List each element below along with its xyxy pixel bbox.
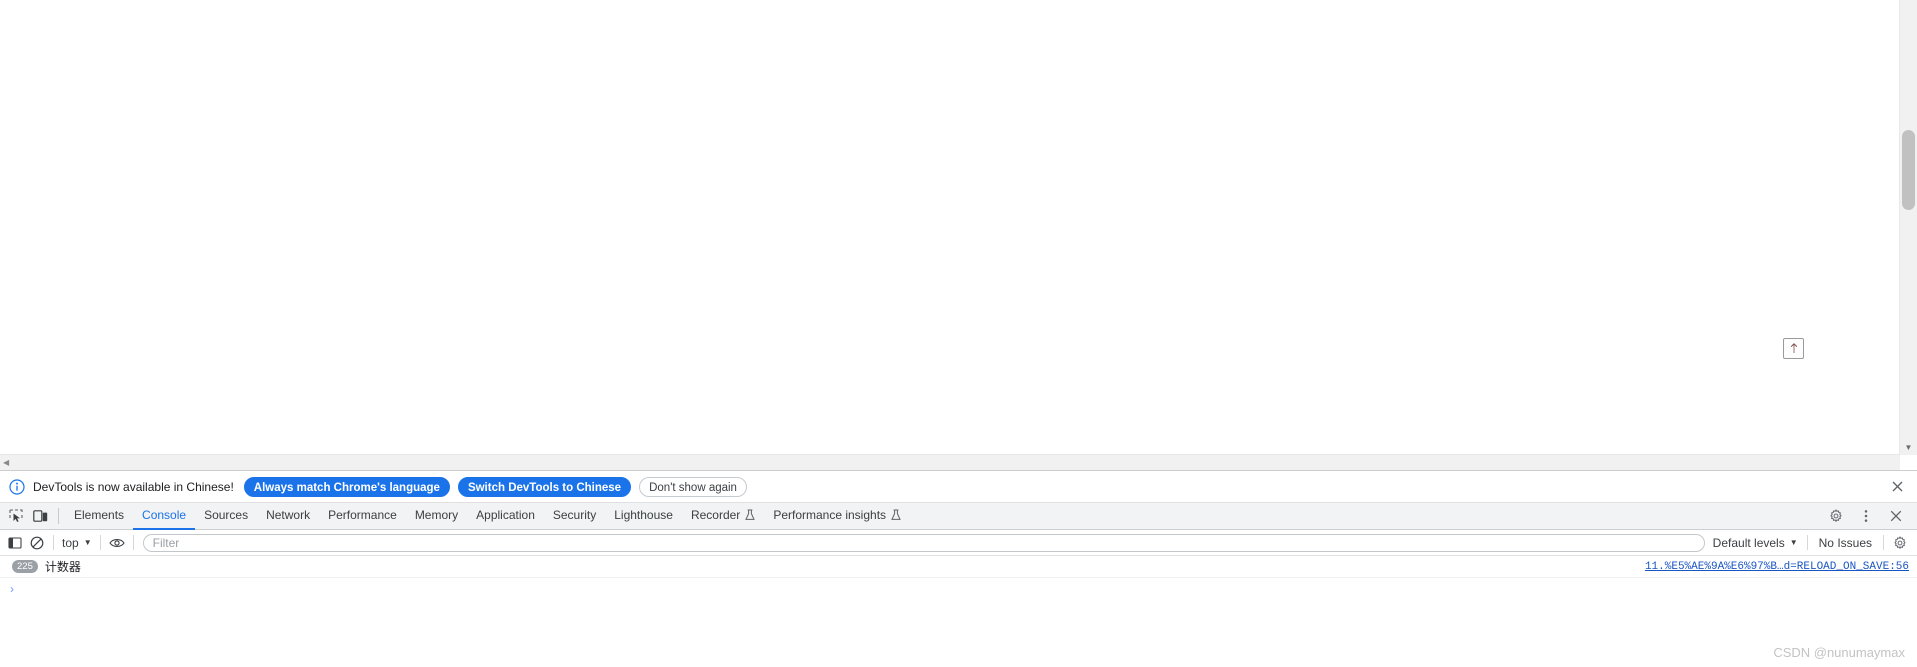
console-log-levels-selector[interactable]: Default levels ▼ [1709, 536, 1802, 550]
console-toolbar-divider [1883, 535, 1884, 550]
console-filter-toolbar: top ▼ Default levels ▼ No Issues [0, 530, 1917, 556]
tab-console[interactable]: Console [133, 503, 196, 530]
tab-memory[interactable]: Memory [406, 503, 467, 530]
scrollbar-arrow-left-icon[interactable]: ◀ [3, 455, 9, 470]
devtools-panel: DevTools is now available in Chinese! Al… [0, 470, 1917, 667]
levels-label: Default levels [1712, 535, 1785, 550]
tab-label: Sources [204, 507, 249, 522]
dont-show-again-button[interactable]: Don't show again [639, 476, 747, 497]
tab-application[interactable]: Application [467, 503, 544, 530]
tab-recorder[interactable]: Recorder [682, 503, 764, 530]
close-x-glyph [1890, 510, 1902, 522]
sidebar-toggle-glyph [8, 536, 22, 549]
console-sidebar-icon[interactable] [4, 532, 26, 554]
prompt-chevron-icon: › [10, 582, 14, 596]
issues-counter[interactable]: No Issues [1813, 536, 1878, 550]
three-dots-glyph [1864, 510, 1868, 522]
chevron-down-icon: ▼ [83, 537, 92, 547]
clear-console-icon[interactable] [26, 532, 48, 554]
tab-elements[interactable]: Elements [65, 503, 133, 530]
devtools-language-infobar: DevTools is now available in Chinese! Al… [0, 471, 1917, 503]
console-message-text: 计数器 [44, 560, 81, 574]
console-toolbar-divider [132, 535, 134, 550]
inspect-element-icon[interactable] [5, 505, 27, 527]
experimental-flask-icon [891, 509, 901, 521]
gear-glyph [1830, 509, 1842, 523]
tab-performance[interactable]: Performance [319, 503, 406, 530]
tab-performance-insights[interactable]: Performance insights [764, 503, 910, 530]
always-match-chrome-language-button[interactable]: Always match Chrome's language [243, 476, 450, 497]
console-filter-input[interactable] [142, 533, 1705, 552]
live-expression-icon[interactable] [106, 532, 128, 554]
tabstrip-divider [58, 508, 59, 524]
arrow-up-icon [1790, 343, 1797, 353]
flask-glyph [745, 509, 756, 520]
switch-devtools-to-chinese-button[interactable]: Switch DevTools to Chinese [457, 476, 632, 497]
tab-label: Recorder [690, 507, 741, 522]
console-toolbar-divider [1806, 535, 1808, 550]
chevron-down-icon: ▼ [1789, 538, 1798, 547]
device-toggle-icon [32, 510, 47, 522]
console-settings-gear-icon[interactable] [1889, 532, 1911, 554]
console-message-row[interactable]: 225 计数器 11.%E5%AE%9A%E6%97%B…d=RELOAD_ON… [0, 556, 1917, 578]
page-vertical-scrollbar[interactable]: ▼ [1899, 0, 1917, 455]
scrollbar-arrow-down-icon[interactable]: ▼ [1900, 443, 1917, 453]
tab-label: Application [476, 507, 535, 522]
tab-sources[interactable]: Sources [195, 503, 257, 530]
csdn-watermark: CSDN @nunumaymax [1773, 645, 1905, 660]
console-prompt-row[interactable]: › [0, 578, 1917, 600]
tab-label: Elements [74, 507, 125, 522]
settings-gear-icon[interactable] [1825, 505, 1847, 527]
tab-label: Security [552, 507, 597, 522]
flask-glyph [891, 509, 901, 520]
console-output-area: 225 计数器 11.%E5%AE%9A%E6%97%B…d=RELOAD_ON… [0, 556, 1917, 600]
tabstrip-right-actions [1821, 505, 1917, 527]
tab-label: Performance insights [773, 507, 887, 522]
tab-label: Console [142, 507, 187, 522]
tab-label: Performance [328, 507, 397, 522]
tab-label: Network [266, 507, 311, 522]
more-options-icon[interactable] [1855, 505, 1877, 527]
close-x-icon [1892, 481, 1902, 492]
context-label: top [62, 535, 79, 550]
close-devtools-icon[interactable] [1885, 505, 1907, 527]
message-repeat-count-badge: 225 [12, 560, 38, 573]
eye-glyph [108, 538, 125, 547]
devtools-tabstrip: Elements Console Sources Network Perform… [0, 503, 1917, 530]
experimental-flask-icon [745, 509, 756, 521]
tab-lighthouse[interactable]: Lighthouse [605, 503, 682, 530]
infobar-message: DevTools is now available in Chinese! [33, 479, 234, 494]
tab-security[interactable]: Security [544, 503, 605, 530]
gear-glyph [1894, 535, 1906, 549]
infobar-close-icon[interactable] [1887, 477, 1907, 497]
scroll-to-top-button[interactable] [1783, 338, 1804, 359]
device-toolbar-icon[interactable] [29, 505, 51, 527]
vertical-scrollbar-thumb[interactable] [1902, 130, 1915, 210]
console-toolbar-divider [53, 535, 54, 550]
no-entry-glyph [30, 536, 44, 549]
info-circle-icon [9, 478, 25, 495]
tab-label: Lighthouse [614, 507, 673, 522]
console-message-source-link[interactable]: 11.%E5%AE%9A%E6%97%B…d=RELOAD_ON_SAVE:56 [1645, 561, 1909, 573]
javascript-context-selector[interactable]: top ▼ [59, 536, 95, 550]
console-toolbar-divider [99, 535, 101, 550]
page-horizontal-scrollbar[interactable]: ◀ [0, 454, 1900, 470]
inspect-cursor-icon [9, 509, 23, 522]
tab-network[interactable]: Network [257, 503, 319, 530]
page-viewport: ▼ ◀ [0, 0, 1917, 470]
tab-label: Memory [414, 507, 459, 522]
